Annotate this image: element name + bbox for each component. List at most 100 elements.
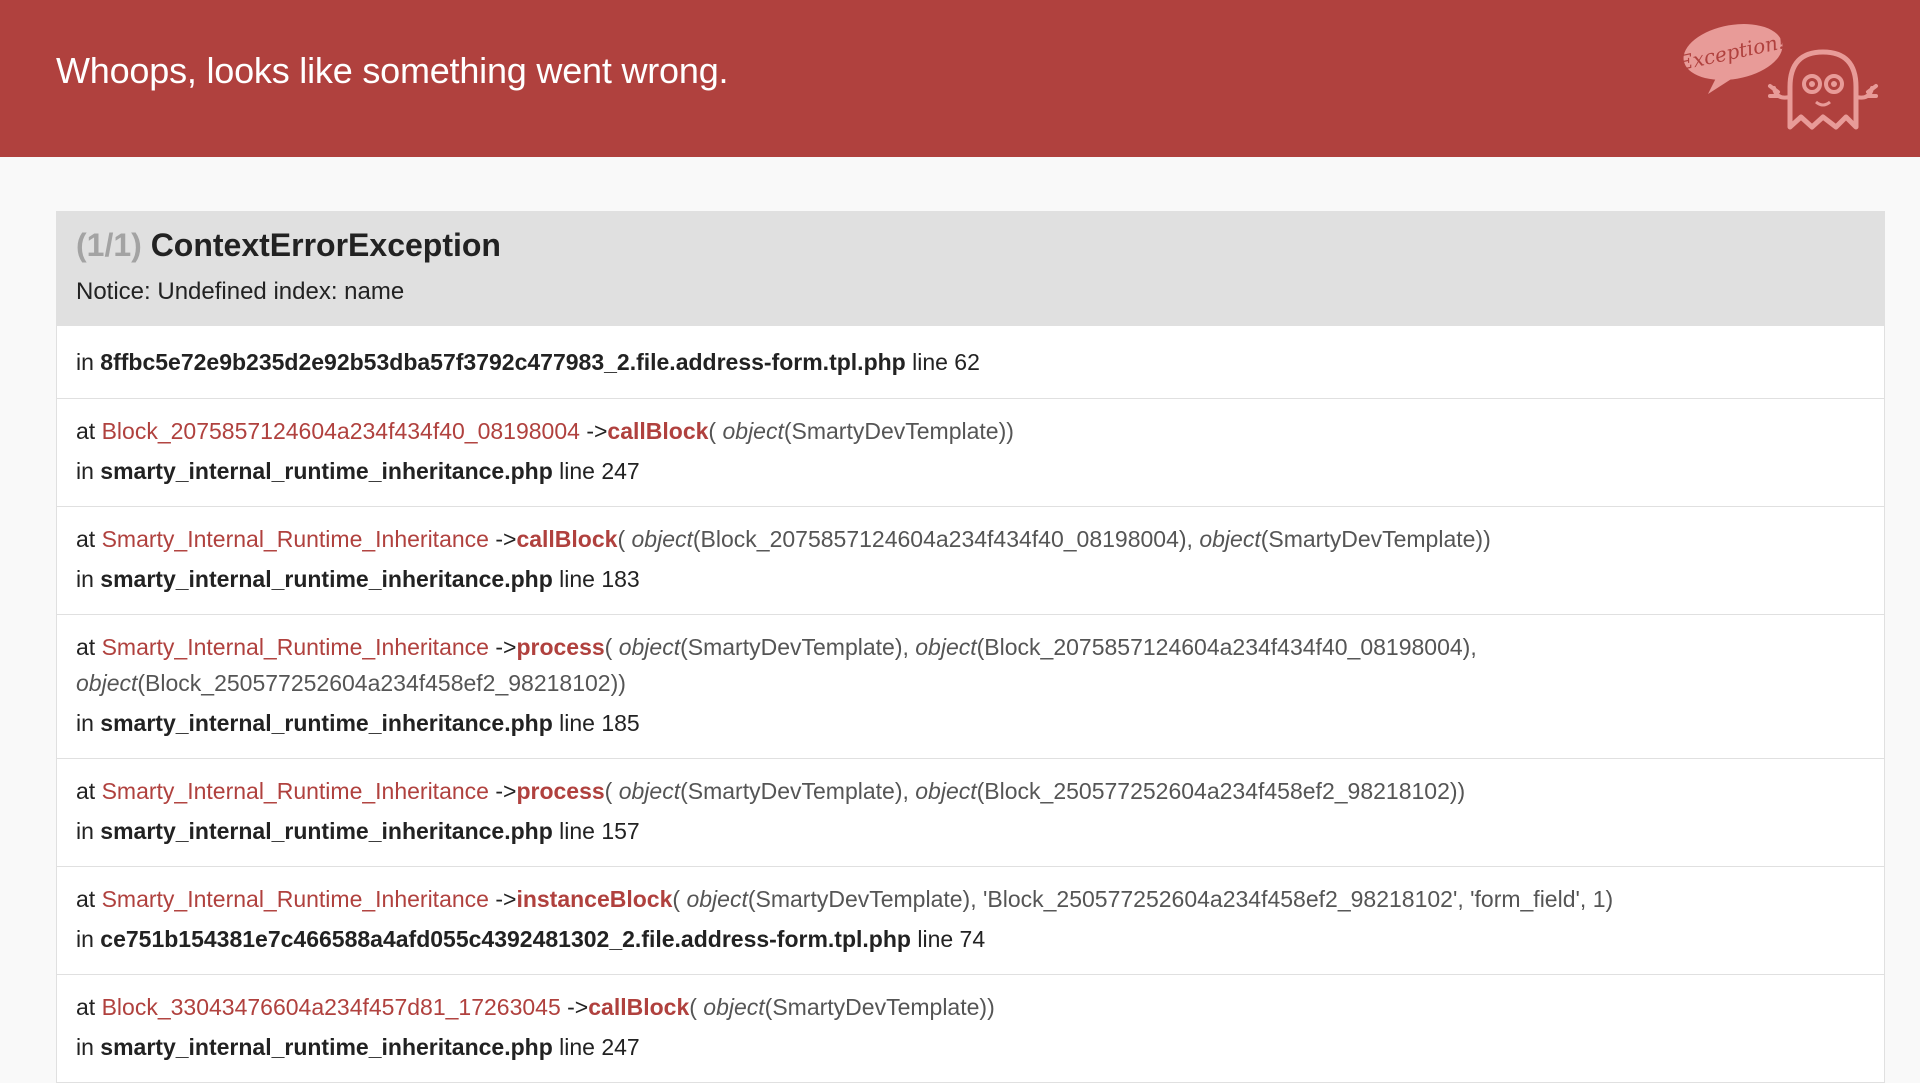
trace-arg-sep: , — [902, 634, 916, 661]
trace-paren-open: ( — [689, 994, 704, 1021]
trace-arg-value: (SmartyDevTemplate) — [764, 994, 988, 1021]
trace-arg-type: object — [915, 778, 977, 805]
trace-call: at Block_2075857124604a234f434f40_081980… — [76, 413, 1865, 449]
at-label: at — [76, 418, 102, 445]
trace-arg-sep: , — [1186, 526, 1200, 553]
trace-item: at Block_2075857124604a234f434f40_081980… — [57, 398, 1884, 506]
trace-call: at Smarty_Internal_Runtime_Inheritance -… — [76, 773, 1865, 809]
in-label: in — [76, 926, 101, 953]
trace-arg-sep: , — [1457, 886, 1471, 913]
stack-trace: in 8ffbc5e72e9b235d2e92b53dba57f3792c477… — [57, 326, 1884, 1082]
trace-arg-type: object — [686, 886, 748, 913]
trace-arg-type: object — [1199, 526, 1261, 553]
trace-location: in ce751b154381e7c466588a4afd055c4392481… — [76, 921, 1865, 957]
exception-title: (1/1) ContextErrorException — [76, 226, 1865, 264]
trace-method: callBlock — [607, 418, 709, 445]
trace-class: Smarty_Internal_Runtime_Inheritance — [101, 526, 489, 553]
in-label: in — [76, 710, 101, 737]
at-label: at — [76, 778, 102, 805]
in-label: in — [76, 566, 101, 593]
at-label: at — [76, 634, 102, 661]
trace-item: at Smarty_Internal_Runtime_Inheritance -… — [57, 614, 1884, 758]
in-label: in — [76, 349, 94, 376]
trace-arrow: -> — [488, 886, 517, 913]
trace-paren-open: ( — [617, 526, 632, 553]
trace-item-origin: in 8ffbc5e72e9b235d2e92b53dba57f3792c477… — [57, 326, 1884, 398]
trace-line: line 157 — [552, 818, 640, 845]
trace-class: Smarty_Internal_Runtime_Inheritance — [101, 634, 489, 661]
trace-arg-type: object — [915, 634, 977, 661]
trace-arg-type: object — [631, 526, 693, 553]
trace-line: line 247 — [552, 1034, 640, 1061]
trace-arg-value: (Block_2075857124604a234f434f40_08198004… — [976, 634, 1471, 661]
trace-paren-open: ( — [604, 634, 619, 661]
trace-item: at Smarty_Internal_Runtime_Inheritance -… — [57, 758, 1884, 866]
trace-arg-value: (Block_2075857124604a234f434f40_08198004… — [692, 526, 1187, 553]
trace-arg-value: (SmartyDevTemplate) — [747, 886, 971, 913]
trace-arrow: -> — [579, 418, 608, 445]
trace-arrow: -> — [488, 634, 517, 661]
at-label: at — [76, 994, 102, 1021]
trace-line: line 185 — [552, 710, 640, 737]
trace-paren-close: ) — [987, 994, 995, 1021]
trace-arrow: -> — [560, 994, 589, 1021]
trace-arg-value: 'form_field' — [1470, 886, 1580, 913]
trace-method: process — [516, 778, 605, 805]
trace-file: smarty_internal_runtime_inheritance.php — [100, 566, 553, 593]
trace-arg-value: (SmartyDevTemplate) — [680, 634, 903, 661]
trace-arg-value: 1 — [1592, 886, 1606, 913]
trace-arg-sep: , — [970, 886, 983, 913]
trace-method: callBlock — [516, 526, 618, 553]
trace-location: in smarty_internal_runtime_inheritance.p… — [76, 561, 1865, 597]
trace-line: line 247 — [552, 458, 640, 485]
trace-arg-value: (Block_250577252604a234f458ef2_98218102) — [137, 670, 619, 697]
exception-header: (1/1) ContextErrorException Notice: Unde… — [57, 212, 1884, 327]
trace-call: at Smarty_Internal_Runtime_Inheritance -… — [76, 881, 1865, 917]
trace-line: line 74 — [910, 926, 986, 953]
trace-paren-close: ) — [1006, 418, 1014, 445]
trace-arg-type: object — [618, 778, 681, 805]
in-label: in — [76, 458, 101, 485]
trace-location: in smarty_internal_runtime_inheritance.p… — [76, 1029, 1865, 1065]
trace-paren-open: ( — [708, 418, 723, 445]
trace-item: at Smarty_Internal_Runtime_Inheritance -… — [57, 866, 1884, 974]
trace-line: line 62 — [912, 349, 980, 376]
trace-arg-type: object — [76, 670, 138, 697]
trace-arg-value: (SmartyDevTemplate) — [783, 418, 1007, 445]
exception-class: ContextErrorException — [150, 227, 501, 263]
error-header: Whoops, looks like something went wrong.… — [0, 0, 1920, 157]
trace-call: at Block_33043476604a234f457d81_17263045… — [76, 989, 1865, 1025]
trace-arg-value: 'Block_250577252604a234f458ef2_98218102' — [983, 886, 1458, 913]
page-title: Whoops, looks like something went wrong. — [56, 50, 729, 91]
at-label: at — [76, 526, 102, 553]
trace-location: in smarty_internal_runtime_inheritance.p… — [76, 453, 1865, 489]
trace-arg-value: (SmartyDevTemplate) — [1260, 526, 1484, 553]
trace-arg-value: (SmartyDevTemplate) — [680, 778, 903, 805]
trace-file: smarty_internal_runtime_inheritance.php — [100, 818, 553, 845]
in-label: in — [76, 1034, 101, 1061]
trace-arrow: -> — [488, 526, 517, 553]
trace-file: smarty_internal_runtime_inheritance.php — [100, 458, 553, 485]
trace-method: process — [516, 634, 605, 661]
trace-arrow: -> — [488, 778, 517, 805]
trace-class: Block_33043476604a234f457d81_17263045 — [101, 994, 561, 1021]
trace-paren-close: ) — [1483, 526, 1491, 553]
at-label: at — [76, 886, 102, 913]
trace-method: callBlock — [588, 994, 690, 1021]
trace-file: ce751b154381e7c466588a4afd055c4392481302… — [100, 926, 911, 953]
trace-arg-type: object — [722, 418, 784, 445]
ghost-exception-logo-icon: Exception! — [1678, 24, 1878, 130]
trace-paren-close: ) — [1605, 886, 1614, 913]
trace-arg-sep: , — [1470, 634, 1477, 661]
trace-file: smarty_internal_runtime_inheritance.php — [100, 1034, 553, 1061]
trace-call: at Smarty_Internal_Runtime_Inheritance -… — [76, 629, 1865, 701]
trace-paren-close: ) — [1457, 778, 1466, 805]
trace-arg-type: object — [703, 994, 765, 1021]
trace-item: at Smarty_Internal_Runtime_Inheritance -… — [57, 506, 1884, 614]
trace-arg-sep: , — [1579, 886, 1593, 913]
trace-call: at Smarty_Internal_Runtime_Inheritance -… — [76, 521, 1865, 557]
trace-file: smarty_internal_runtime_inheritance.php — [100, 710, 553, 737]
trace-paren-open: ( — [672, 886, 687, 913]
trace-paren-open: ( — [604, 778, 619, 805]
exception-counter: (1/1) — [76, 227, 142, 263]
